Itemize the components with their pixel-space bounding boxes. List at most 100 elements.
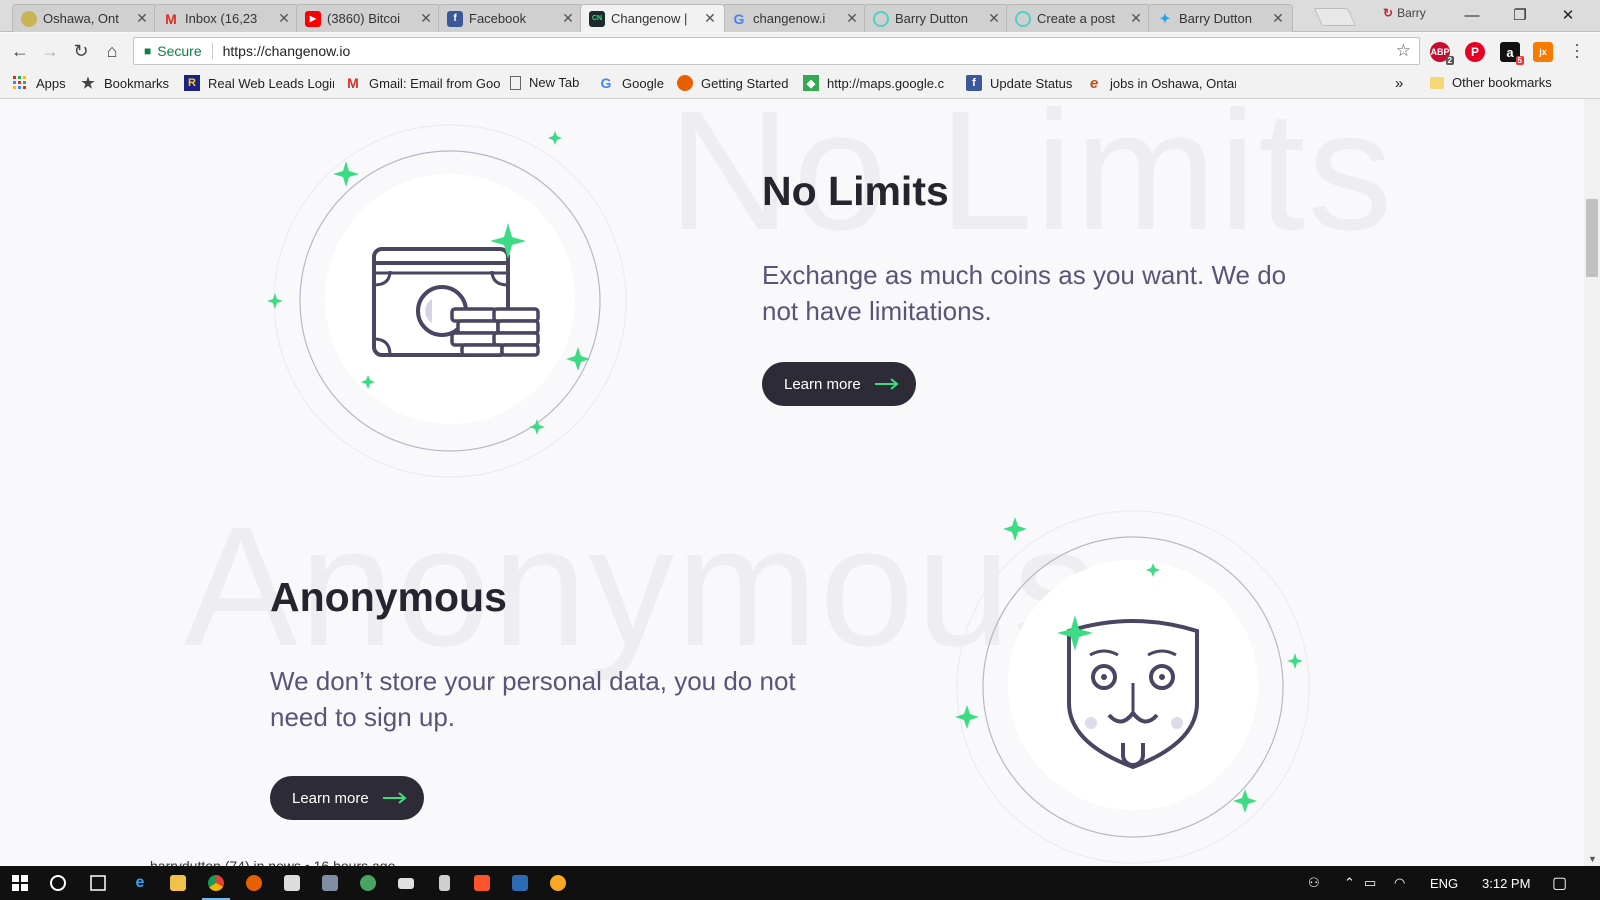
chrome-taskbar-icon[interactable]: [198, 866, 234, 900]
changenow-icon: CN: [589, 10, 605, 27]
calculator-icon[interactable]: [426, 866, 462, 900]
steemit-icon: [873, 10, 889, 27]
bookmarks-bar: Apps ★ Bookmarks R Real Web Leads Login …: [0, 69, 1600, 99]
browser-toolbar: ← → ↻ ⌂ ■ Secure https://changenow.io ☆ …: [0, 33, 1600, 69]
clock[interactable]: 3:12 PM: [1482, 866, 1530, 900]
scroll-down-arrow-icon[interactable]: ▼: [1588, 854, 1597, 864]
edge-browser-icon[interactable]: e: [122, 866, 158, 900]
google-icon: G: [600, 75, 612, 91]
apps-grid-icon: [12, 75, 28, 91]
tab-title: Facebook: [469, 11, 527, 26]
learn-more-button[interactable]: Learn more: [270, 776, 424, 820]
task-view-icon[interactable]: [80, 866, 116, 900]
close-icon[interactable]: ✕: [1270, 10, 1286, 27]
bookmark-label: Apps: [36, 75, 66, 91]
browser-tab[interactable]: M Inbox (16,23 ✕: [154, 4, 299, 32]
gmail-icon: M: [165, 10, 177, 27]
chrome-canary-icon[interactable]: [540, 866, 576, 900]
browser-tab[interactable]: ▶ (3860) Bitcoi ✕: [296, 4, 441, 32]
file-explorer-icon[interactable]: [160, 866, 196, 900]
page-scrollbar[interactable]: ▼: [1584, 99, 1600, 866]
bookmark-item-google[interactable]: G Google: [598, 75, 664, 91]
jx-extension-icon[interactable]: jx: [1533, 42, 1553, 62]
bookmarks-overflow-button[interactable]: »: [1395, 75, 1403, 92]
globe-app-icon[interactable]: [350, 866, 386, 900]
profile-button[interactable]: ↻ Barry: [1383, 6, 1426, 20]
steemit-icon: [1015, 10, 1031, 27]
scrollbar-thumb[interactable]: [1586, 199, 1598, 277]
minimize-button[interactable]: —: [1448, 0, 1496, 30]
bookmark-star-icon[interactable]: ☆: [1396, 41, 1411, 61]
bookmark-label: Real Web Leads Login: [208, 75, 334, 91]
firefox-taskbar-icon[interactable]: [236, 866, 272, 900]
bookmark-item-getting-started[interactable]: Getting Started: [677, 75, 788, 91]
youtube-icon: ▶: [305, 10, 321, 27]
wifi-icon[interactable]: ◠: [1394, 866, 1405, 900]
amazon-icon[interactable]: a5: [1500, 42, 1524, 65]
wallet-coin-icon: [267, 124, 627, 478]
cortana-search-icon[interactable]: [40, 866, 76, 900]
browser-tab[interactable]: Create a post ✕: [1006, 4, 1151, 32]
browser-tab[interactable]: Barry Dutton ✕: [864, 4, 1009, 32]
forward-button[interactable]: →: [36, 37, 64, 65]
browser-tab[interactable]: f Facebook ✕: [438, 4, 583, 32]
bookmark-item-bookmarks[interactable]: ★ Bookmarks: [80, 75, 169, 91]
close-icon[interactable]: ✕: [986, 10, 1002, 27]
windows-start-icon[interactable]: [2, 866, 38, 900]
brave-browser-icon[interactable]: [464, 866, 500, 900]
close-icon[interactable]: ✕: [702, 10, 718, 27]
other-bookmarks-folder[interactable]: Other bookmarks: [1430, 75, 1552, 90]
page-icon: [510, 75, 521, 90]
tab-title: Create a post: [1037, 11, 1116, 26]
bookmark-item-realweb[interactable]: R Real Web Leads Login: [184, 75, 334, 91]
browser-tab[interactable]: ✦ Barry Dutton ✕: [1148, 4, 1293, 32]
url-text[interactable]: https://changenow.io: [213, 43, 1396, 59]
restore-button[interactable]: ❐: [1496, 0, 1544, 30]
app-tile-icon[interactable]: [502, 866, 538, 900]
close-icon[interactable]: ✕: [134, 10, 150, 27]
close-window-button[interactable]: ✕: [1544, 0, 1592, 30]
people-icon[interactable]: ⚇: [1308, 866, 1320, 900]
adblock-plus-icon[interactable]: ABP 2: [1430, 42, 1454, 65]
pinterest-icon[interactable]: P: [1465, 42, 1485, 62]
learn-more-button[interactable]: Learn more: [762, 362, 916, 406]
arrow-right-icon: [382, 792, 407, 804]
reload-button[interactable]: ↻: [67, 37, 95, 65]
battery-icon[interactable]: ▭: [1364, 866, 1376, 900]
close-icon[interactable]: ✕: [844, 10, 860, 27]
bookmark-item-gmail[interactable]: M Gmail: Email from Goo: [345, 75, 500, 91]
close-icon[interactable]: ✕: [560, 10, 576, 27]
calculator-app-icon[interactable]: [274, 866, 310, 900]
browser-tab[interactable]: Oshawa, Ont ✕: [12, 4, 157, 32]
language-indicator[interactable]: ENG: [1430, 866, 1458, 900]
anonymous-mask-icon: [955, 510, 1310, 864]
bookmark-item-update-status[interactable]: f Update Status: [966, 75, 1072, 91]
bookmark-item-apps[interactable]: Apps: [12, 75, 66, 91]
button-label: Learn more: [292, 789, 369, 807]
tray-overflow-icon[interactable]: ⌃: [1344, 866, 1355, 900]
eluta-icon: e: [1089, 75, 1099, 91]
weather-icon: [21, 10, 37, 27]
bookmark-item-jobs[interactable]: e jobs in Oshawa, Ontar: [1086, 75, 1236, 91]
facebook-icon: f: [447, 10, 463, 27]
browser-tab[interactable]: G changenow.i ✕: [722, 4, 867, 32]
browser-menu-icon[interactable]: · · ·: [1574, 35, 1580, 65]
page-viewport: No Limits No Limits Exchange as much coi…: [0, 99, 1584, 866]
arrow-right-icon: [874, 378, 899, 390]
mail-app-icon[interactable]: [388, 866, 424, 900]
bookmark-item-maps[interactable]: ◆ http://maps.google.c: [803, 75, 953, 91]
feature-description: We don’t store your personal data, you d…: [270, 666, 796, 732]
new-tab-button[interactable]: [1313, 8, 1357, 26]
browser-tab-active[interactable]: CN Changenow | ✕: [580, 4, 725, 32]
close-icon[interactable]: ✕: [1128, 10, 1144, 27]
home-button[interactable]: ⌂: [98, 37, 126, 65]
close-icon[interactable]: ✕: [418, 10, 434, 27]
back-button[interactable]: ←: [6, 37, 34, 65]
notifications-icon[interactable]: ▢: [1552, 866, 1567, 900]
address-bar[interactable]: ■ Secure https://changenow.io ☆: [133, 37, 1420, 65]
tab-title: Inbox (16,23: [185, 11, 258, 26]
tab-title: Barry Dutton: [895, 11, 968, 26]
close-icon[interactable]: ✕: [276, 10, 292, 27]
photos-app-icon[interactable]: [312, 866, 348, 900]
bookmark-item-newtab[interactable]: New Tab: [510, 75, 579, 90]
